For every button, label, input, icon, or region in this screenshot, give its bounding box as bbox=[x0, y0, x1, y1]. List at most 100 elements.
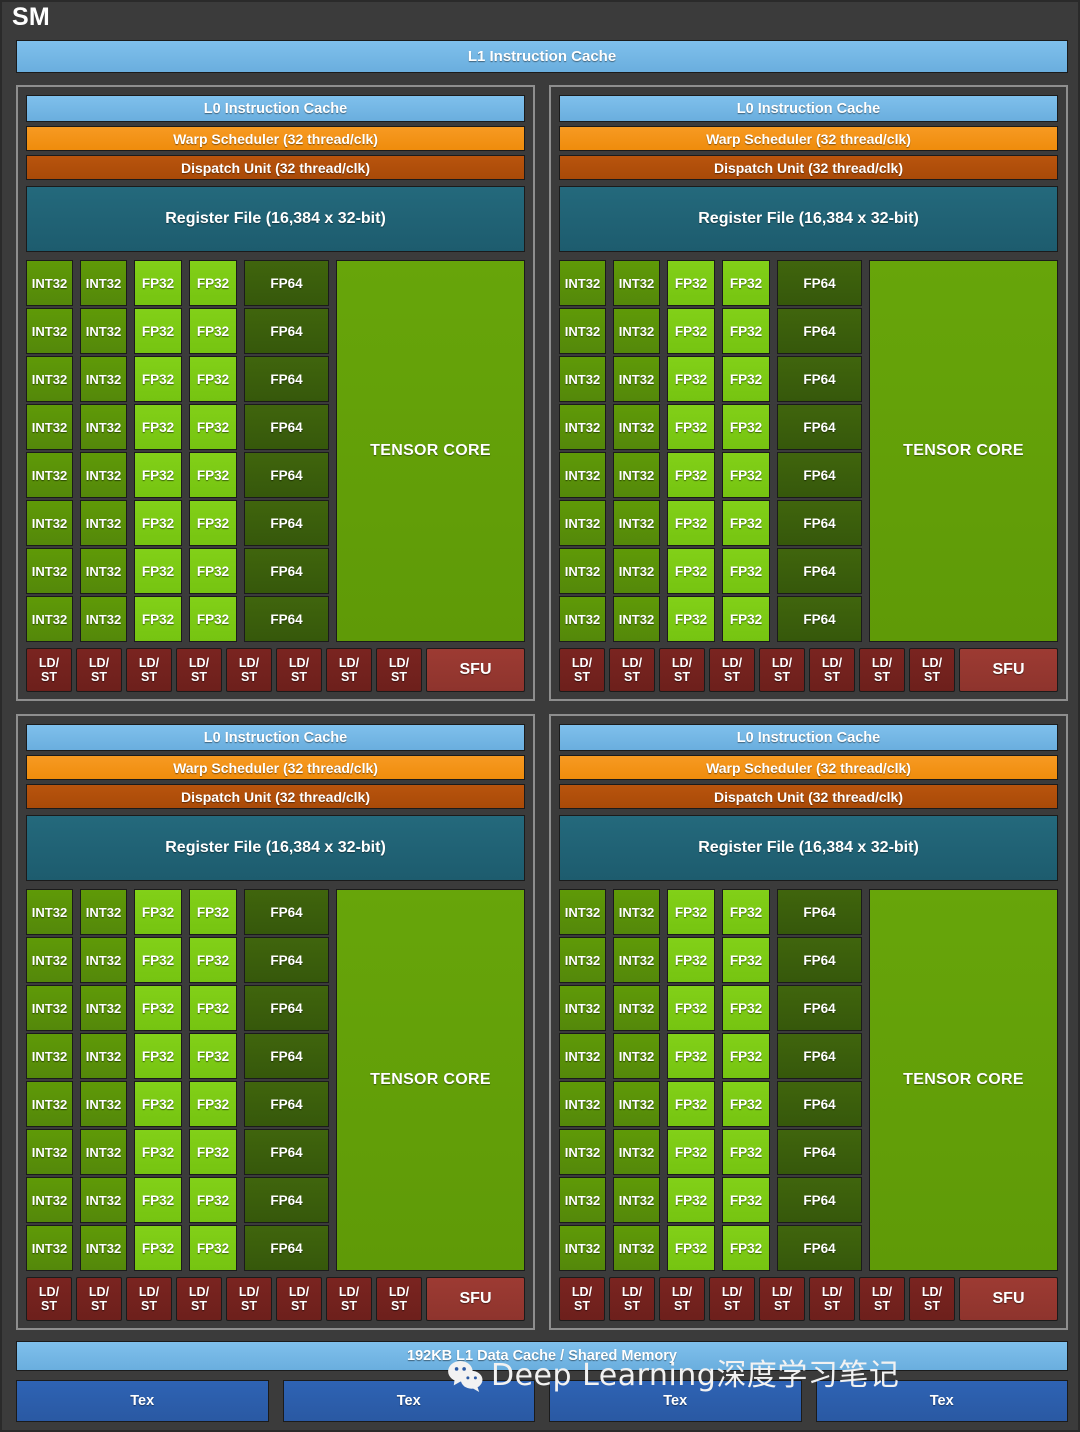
fp64-column: FP64 FP64 FP64 FP64 FP64 FP64 FP64 FP64 bbox=[777, 260, 862, 642]
fp32-column: FP32 FP32 FP32 FP32 FP32 FP32 FP32 FP32 bbox=[722, 889, 770, 1271]
fp32-core: FP32 bbox=[134, 1033, 182, 1079]
fp32-core: FP32 bbox=[722, 260, 770, 306]
fp64-core: FP64 bbox=[244, 500, 329, 546]
fp32-core: FP32 bbox=[722, 500, 770, 546]
int32-column: INT32 INT32 INT32 INT32 INT32 INT32 INT32 INT32 bbox=[559, 889, 606, 1271]
ld-st-unit: LD/ST bbox=[659, 1277, 705, 1321]
ld-st-unit: LD/ST bbox=[376, 648, 422, 692]
tex-unit: Tex bbox=[16, 1380, 269, 1422]
ld-st-line-1: LD/ bbox=[388, 1285, 410, 1299]
int32-core: INT32 bbox=[613, 1129, 660, 1175]
ld-st-unit: LD/ST bbox=[26, 648, 72, 692]
int32-core: INT32 bbox=[26, 308, 73, 354]
fp32-core: FP32 bbox=[722, 985, 770, 1031]
int32-core: INT32 bbox=[559, 260, 606, 306]
fp32-core: FP32 bbox=[134, 1129, 182, 1175]
ld-st-line-1: LD/ bbox=[188, 1285, 210, 1299]
int32-core: INT32 bbox=[80, 260, 127, 306]
fp64-core: FP64 bbox=[244, 308, 329, 354]
fp32-core: FP32 bbox=[189, 937, 237, 983]
ld-st-unit: LD/ST bbox=[859, 1277, 905, 1321]
int32-core: INT32 bbox=[559, 1081, 606, 1127]
fp64-core: FP64 bbox=[777, 452, 862, 498]
int32-core: INT32 bbox=[26, 596, 73, 642]
fp32-core: FP32 bbox=[189, 548, 237, 594]
ld-st-line-1: LD/ bbox=[821, 656, 843, 670]
ld-st-line-2: ST bbox=[674, 1299, 690, 1313]
fp64-core: FP64 bbox=[777, 1225, 862, 1271]
fp32-core: FP32 bbox=[189, 1129, 237, 1175]
fp32-core: FP32 bbox=[134, 985, 182, 1031]
fp32-core: FP32 bbox=[722, 548, 770, 594]
fp32-core: FP32 bbox=[189, 260, 237, 306]
fp32-core: FP32 bbox=[722, 1225, 770, 1271]
ld-st-line-1: LD/ bbox=[621, 1285, 643, 1299]
l0-instruction-cache-block: L0 Instruction Cache bbox=[26, 95, 525, 122]
int32-core: INT32 bbox=[80, 1225, 127, 1271]
fp32-core: FP32 bbox=[134, 260, 182, 306]
fp64-core: FP64 bbox=[244, 985, 329, 1031]
dispatch-unit-block: Dispatch Unit (32 thread/clk) bbox=[26, 784, 525, 809]
ld-st-unit: LD/ST bbox=[709, 1277, 755, 1321]
fp64-core: FP64 bbox=[244, 452, 329, 498]
processing-block-top-right: L0 Instruction Cache Warp Scheduler (32 t… bbox=[549, 85, 1068, 701]
int32-core: INT32 bbox=[613, 1225, 660, 1271]
int32-core: INT32 bbox=[26, 1033, 73, 1079]
ldst-sfu-row: LD/ST LD/ST LD/ST LD/ST LD/ST LD/ST LD/ST LD/ST… bbox=[26, 1277, 525, 1321]
int32-core: INT32 bbox=[26, 548, 73, 594]
fp32-core: FP32 bbox=[134, 452, 182, 498]
ld-st-unit: LD/ST bbox=[559, 648, 605, 692]
int32-column: INT32 INT32 INT32 INT32 INT32 INT32 INT32 INT32 bbox=[80, 889, 127, 1271]
ld-st-unit: LD/ST bbox=[126, 648, 172, 692]
tensor-core-column: TENSOR CORE bbox=[336, 889, 525, 1271]
int32-core: INT32 bbox=[613, 260, 660, 306]
l0-instruction-cache-block: L0 Instruction Cache bbox=[559, 724, 1058, 751]
int32-core: INT32 bbox=[613, 308, 660, 354]
int32-core: INT32 bbox=[613, 356, 660, 402]
ld-st-line-1: LD/ bbox=[571, 656, 593, 670]
register-file-block: Register File (16,384 x 32-bit) bbox=[559, 186, 1058, 252]
l1-data-cache-block: 192KB L1 Data Cache / Shared Memory bbox=[16, 1341, 1068, 1371]
int32-core: INT32 bbox=[26, 356, 73, 402]
fp32-core: FP32 bbox=[667, 308, 715, 354]
fp32-core: FP32 bbox=[189, 452, 237, 498]
l1-instruction-cache-block: L1 Instruction Cache bbox=[16, 40, 1068, 73]
ld-st-unit: LD/ST bbox=[326, 1277, 372, 1321]
ld-st-line-1: LD/ bbox=[621, 656, 643, 670]
ld-st-line-1: LD/ bbox=[871, 656, 893, 670]
fp64-core: FP64 bbox=[244, 1129, 329, 1175]
fp64-core: FP64 bbox=[244, 1081, 329, 1127]
int32-core: INT32 bbox=[26, 500, 73, 546]
int32-core: INT32 bbox=[559, 985, 606, 1031]
sm-footer: 192KB L1 Data Cache / Shared Memory Tex T… bbox=[16, 1341, 1068, 1422]
int32-column: INT32 INT32 INT32 INT32 INT32 INT32 INT32 INT32 bbox=[613, 260, 660, 642]
ld-st-line-1: LD/ bbox=[88, 1285, 110, 1299]
tensor-core-block: TENSOR CORE bbox=[336, 889, 525, 1271]
int32-core: INT32 bbox=[80, 1177, 127, 1223]
int32-core: INT32 bbox=[559, 1129, 606, 1175]
register-file-block: Register File (16,384 x 32-bit) bbox=[26, 815, 525, 881]
fp32-core: FP32 bbox=[134, 1225, 182, 1271]
ld-st-line-2: ST bbox=[341, 1299, 357, 1313]
fp32-core: FP32 bbox=[189, 889, 237, 935]
ld-st-unit: LD/ST bbox=[709, 648, 755, 692]
dispatch-unit-block: Dispatch Unit (32 thread/clk) bbox=[559, 784, 1058, 809]
ld-st-unit: LD/ST bbox=[809, 648, 855, 692]
page-title: SM bbox=[12, 3, 50, 31]
fp32-column: FP32 FP32 FP32 FP32 FP32 FP32 FP32 FP32 bbox=[134, 889, 182, 1271]
fp64-core: FP64 bbox=[777, 260, 862, 306]
fp32-core: FP32 bbox=[189, 500, 237, 546]
int32-core: INT32 bbox=[613, 1081, 660, 1127]
processing-block-top-left: L0 Instruction Cache Warp Scheduler (32 t… bbox=[16, 85, 535, 701]
fp64-core: FP64 bbox=[244, 1225, 329, 1271]
int32-core: INT32 bbox=[26, 1081, 73, 1127]
fp64-core: FP64 bbox=[777, 1129, 862, 1175]
fp32-core: FP32 bbox=[722, 356, 770, 402]
int32-core: INT32 bbox=[26, 889, 73, 935]
fp32-core: FP32 bbox=[722, 937, 770, 983]
register-file-block: Register File (16,384 x 32-bit) bbox=[26, 186, 525, 252]
fp64-core: FP64 bbox=[244, 356, 329, 402]
tensor-core-column: TENSOR CORE bbox=[869, 889, 1058, 1271]
ld-st-line-2: ST bbox=[924, 670, 940, 684]
fp64-core: FP64 bbox=[777, 889, 862, 935]
